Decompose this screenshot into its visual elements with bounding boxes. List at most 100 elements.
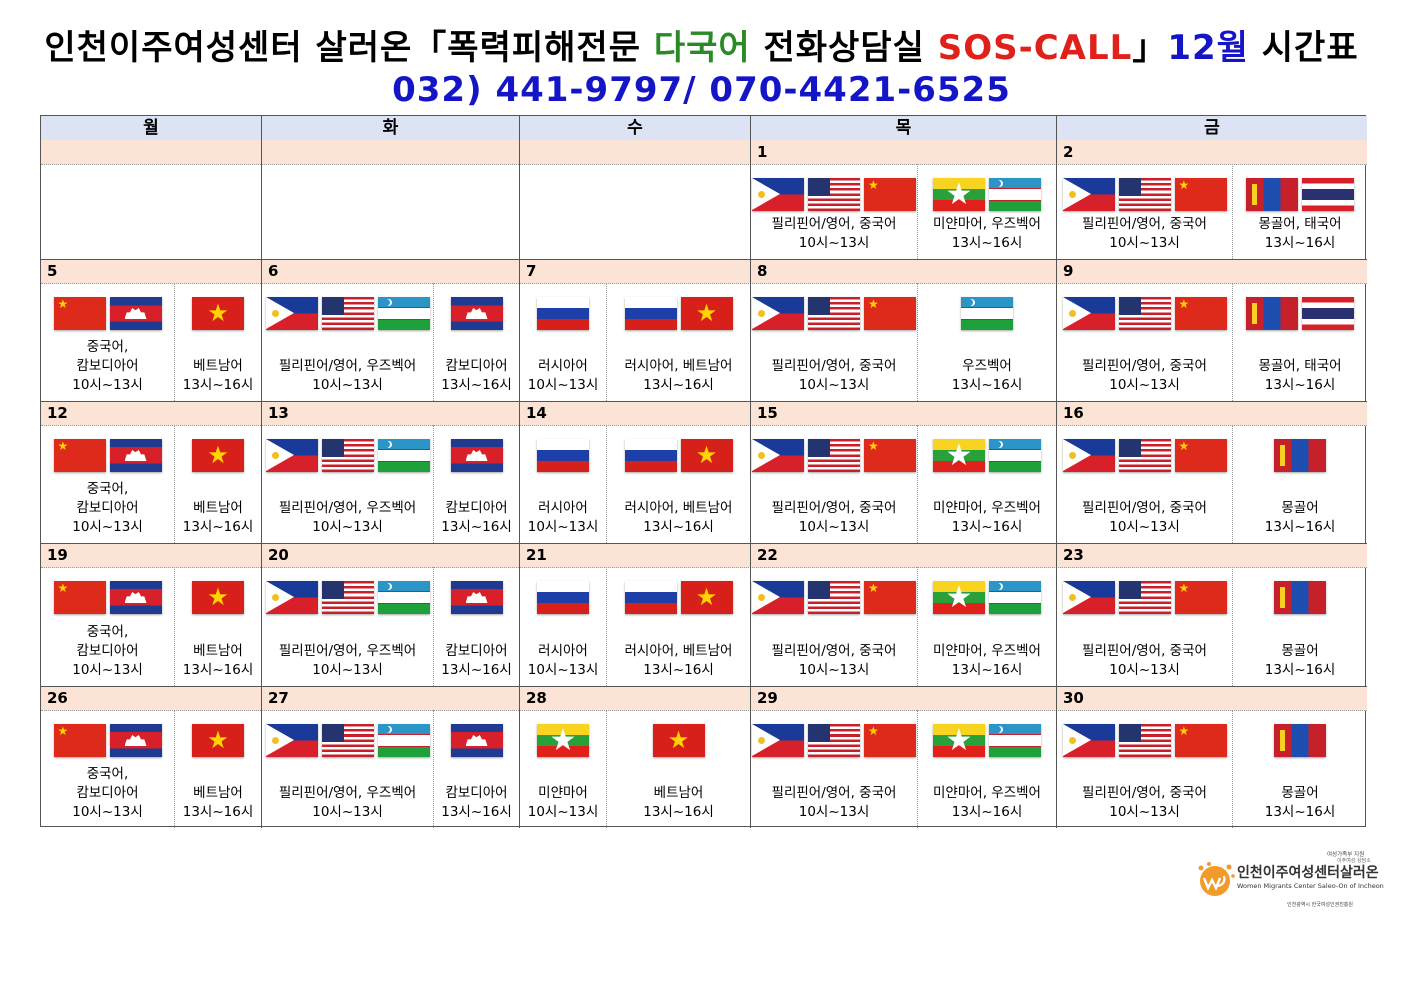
language-name: 필리핀어/영어, 중국어 [771,358,897,374]
time-range: 10시~13시 [798,519,870,535]
time-range: 10시~13시 [527,519,599,535]
flag-group [751,297,917,330]
usa-flag-icon [808,581,860,614]
language-name: 몽골어 [1281,785,1319,801]
time-range: 10시~13시 [72,377,143,393]
language-label: 캄보디아어 13시~16시 [434,784,519,822]
language-label: 미얀마어, 우즈벡어 13시~16시 [918,784,1056,822]
language-label: 우즈벡어 13시~16시 [918,357,1056,395]
afternoon-slot: 미얀마어, 우즈벡어 13시~16시 [918,425,1057,543]
language-label: 중국어, 캄보디아어 10시~13시 [41,338,174,395]
uzbekistan-flag-icon [377,439,430,472]
language-name: 필리핀어/영어, 중국어 [1082,216,1207,232]
language-name: 필리핀어/영어, 우즈벡어 [278,785,417,801]
russia-flag-icon [624,439,677,472]
row-divider [41,543,1367,544]
afternoon-slot: 러시아어, 베트남어 13시~16시 [607,425,751,543]
date-cell: 20 [262,543,520,567]
date-cell: 19 [41,543,262,567]
language-label: 캄보디아어 13시~16시 [434,642,519,680]
uzbekistan-flag-icon [377,581,430,614]
language-name: 러시아어, 베트남어 [624,358,733,374]
china-flag-icon [864,724,916,757]
row-divider [41,259,1367,260]
language-label: 필리핀어/영어, 중국어 10시~13시 [1057,499,1232,537]
flag-group [41,581,174,614]
time-range: 13시~16시 [1264,235,1336,251]
myanmar-flag-icon [933,724,985,757]
philippines-flag-icon [752,581,804,614]
language-label: 미얀마어, 우즈벡어 13시~16시 [918,642,1056,680]
afternoon-slot: 몽골어 13시~16시 [1233,567,1367,686]
morning-slot: 미얀마어 10시~13시 [520,710,607,828]
flag-group [751,724,917,757]
uzbekistan-flag-icon [989,439,1041,472]
language-name: 필리핀어/영어, 중국어 [771,216,897,232]
usa-flag-icon [1118,178,1171,211]
flag-group [175,297,261,330]
vietnam-flag-icon [680,439,733,472]
time-range: 13시~16시 [441,662,512,678]
language-label: 필리핀어/영어, 우즈벡어 10시~13시 [262,784,433,822]
empty-day-cell [41,164,262,259]
language-label: 미얀마어, 우즈벡어 13시~16시 [918,499,1056,537]
time-range: 13시~16시 [182,662,254,678]
mongolia-flag-icon [1274,439,1326,472]
language-name: 중국어, 캄보디아어 [76,481,139,516]
language-label: 필리핀어/영어, 중국어 10시~13시 [1057,784,1232,822]
time-range: 10시~13시 [312,804,383,820]
language-label: 중국어, 캄보디아어 10시~13시 [41,765,174,822]
usa-flag-icon [808,178,860,211]
logo-sponsors: 인천광역시 한국여성인권진흥원 [1287,902,1353,908]
afternoon-slot: 몽골어, 태국어 13시~16시 [1233,164,1367,259]
date-row: 12 [41,140,1367,165]
language-label: 캄보디아어 13시~16시 [434,357,519,395]
language-name: 캄보디아어 [445,500,508,516]
page-title: 인천이주여성센터 살러온「폭력피해전문 다국어 전화상담실 SOS-CALL」1… [0,20,1403,69]
afternoon-slot: 몽골어, 태국어 13시~16시 [1233,283,1367,401]
time-range: 10시~13시 [798,235,870,251]
afternoon-slot: 러시아어, 베트남어 13시~16시 [607,283,751,401]
uzbekistan-flag-icon [989,724,1041,757]
time-range: 13시~16시 [182,519,254,535]
afternoon-slot: 베트남어 13시~16시 [175,710,262,828]
flag-group [1057,178,1232,211]
vietnam-flag-icon [652,724,705,757]
flag-group [520,297,606,330]
china-flag-icon [1174,297,1227,330]
date-cell: 27 [262,686,520,710]
vietnam-flag-icon [192,581,244,614]
language-label: 러시아어, 베트남어 13시~16시 [607,357,750,395]
language-label: 필리핀어/영어, 우즈벡어 10시~13시 [262,357,433,395]
language-name: 베트남어 [193,785,243,801]
language-name: 베트남어 [193,643,243,659]
time-range: 13시~16시 [441,519,512,535]
time-range: 10시~13시 [798,804,870,820]
cambodia-flag-icon [450,724,503,757]
philippines-flag-icon [265,581,318,614]
russia-flag-icon [537,581,589,614]
uzbekistan-flag-icon [989,581,1041,614]
flag-group [1057,724,1232,757]
weekday-header: 금 [1204,118,1220,138]
flag-group [41,724,174,757]
language-label: 캄보디아어 13시~16시 [434,499,519,537]
date-cell: 29 [751,686,1057,710]
date-cell: 22 [751,543,1057,567]
flag-group [262,581,433,614]
time-range: 13시~16시 [951,804,1023,820]
philippines-flag-icon [1062,724,1115,757]
china-flag-icon [864,581,916,614]
language-name: 몽골어, 태국어 [1258,358,1342,374]
language-name: 필리핀어/영어, 중국어 [771,785,897,801]
title-part-5: 」 [1132,28,1168,68]
language-name: 미얀마어, 우즈벡어 [933,216,1041,232]
flag-group [607,581,750,614]
philippines-flag-icon [1062,581,1115,614]
time-range: 10시~13시 [72,804,143,820]
china-flag-icon [53,724,106,757]
date-cell: 8 [751,259,1057,283]
language-label: 베트남어 13시~16시 [175,642,261,680]
language-name: 몽골어 [1281,500,1319,516]
language-name: 베트남어 [193,358,243,374]
